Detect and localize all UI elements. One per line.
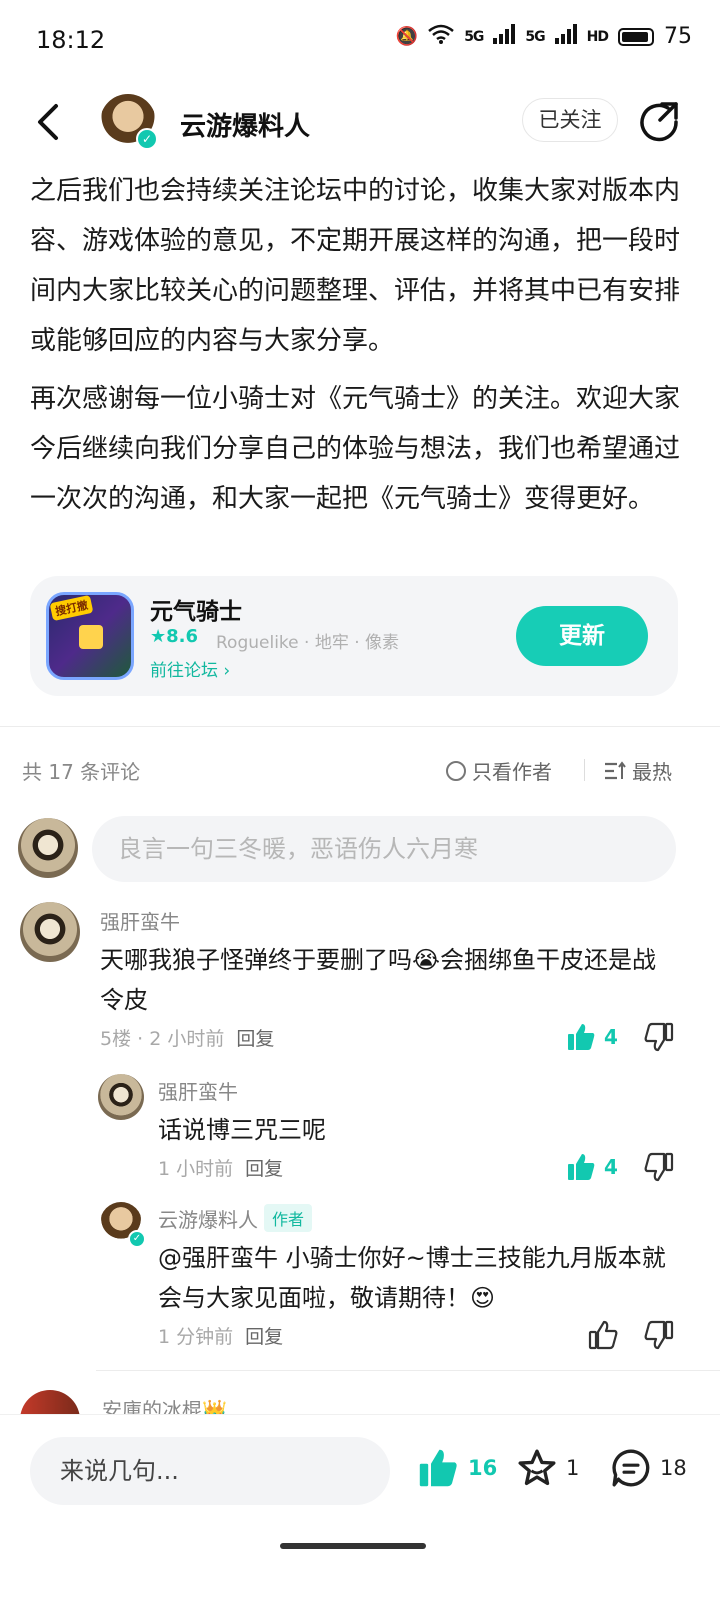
my-avatar	[18, 818, 78, 878]
thumbs-down-icon	[644, 1320, 674, 1350]
radio-icon	[446, 760, 466, 781]
comment-time: 5楼 · 2 小时前	[100, 1028, 225, 1050]
reply-avatar[interactable]	[98, 1074, 144, 1120]
signal-bars-2-icon	[554, 24, 577, 49]
game-card[interactable]: 搜打撤 元气骑士 ★8.6 Roguelike · 地牢 · 像素 前往论坛 ›…	[30, 576, 678, 696]
comment-meta: 5楼 · 2 小时前 回复	[100, 1024, 274, 1051]
signal-1-label: 5G	[464, 28, 484, 45]
author-badge: 作者	[264, 1204, 313, 1232]
article-body: 之后我们也会持续关注论坛中的讨论，收集大家对版本内容、游戏体验的意见，不定期开展…	[30, 166, 690, 532]
thumbs-down-icon	[644, 1152, 674, 1182]
comment-like-button[interactable]: 4	[566, 1022, 618, 1052]
wifi-icon	[428, 24, 454, 49]
battery-level: 75	[664, 24, 692, 49]
signal-2-label: 5G	[525, 28, 545, 45]
favorite-button[interactable]: 1	[516, 1447, 579, 1489]
comment-total: 18	[660, 1456, 687, 1480]
reply-like-button[interactable]: 4	[566, 1152, 618, 1182]
commenter-avatar[interactable]	[20, 902, 80, 962]
section-divider	[0, 726, 720, 727]
reply-time: 1 小时前	[158, 1158, 234, 1180]
game-rating: ★8.6	[150, 626, 199, 647]
status-icons: 🔕 5G 5G HD 75	[396, 24, 692, 49]
reply-text: 话说博三咒三呢	[158, 1116, 326, 1144]
signal-bars-1-icon	[493, 24, 516, 49]
reply-button[interactable]: 回复	[236, 1028, 274, 1050]
status-time: 18:12	[36, 26, 106, 54]
only-author-label: 只看作者	[472, 760, 552, 784]
only-author-toggle[interactable]: 只看作者	[446, 756, 552, 785]
thumbs-down-icon	[644, 1022, 674, 1052]
game-icon[interactable]: 搜打撤	[46, 592, 134, 680]
author-reply-name-row: 云游爆料人 作者	[158, 1204, 313, 1233]
battery-icon	[618, 27, 654, 46]
back-button[interactable]	[30, 100, 70, 144]
reply-dislike-button[interactable]	[644, 1152, 674, 1182]
forum-link[interactable]: 前往论坛 ›	[150, 656, 230, 681]
bottom-action-bar: 来说几句... 16 1 18	[0, 1414, 720, 1600]
sort-separator	[584, 759, 585, 781]
comment-input[interactable]: 良言一句三冬暖，恶语伤人六月寒	[92, 816, 676, 882]
star-icon	[518, 1449, 556, 1486]
home-indicator[interactable]	[280, 1543, 426, 1549]
verified-icon: ✓	[136, 128, 158, 150]
comments-header: 共 17 条评论 只看作者 最热	[22, 756, 698, 786]
article-paragraph: 再次感谢每一位小骑士对《元气骑士》的关注。欢迎大家今后继续向我们分享自己的体验与…	[30, 384, 681, 514]
like-count: 4	[604, 1155, 618, 1179]
hd-label: HD	[586, 28, 609, 45]
author-reply-like-button[interactable]	[588, 1320, 618, 1350]
comment-bubble-icon	[612, 1449, 650, 1487]
thumbs-up-icon	[568, 1024, 595, 1050]
follow-button[interactable]: 已关注	[522, 98, 618, 142]
sort-icon	[605, 760, 626, 779]
sort-label: 最热	[632, 760, 672, 784]
thumbs-up-icon	[568, 1154, 595, 1180]
game-name: 元气骑士	[150, 599, 242, 625]
comment-divider	[96, 1370, 720, 1371]
reply-button[interactable]: 回复	[245, 1326, 283, 1348]
thumbs-up-outline-icon	[588, 1320, 618, 1350]
post-like-button[interactable]: 16	[416, 1447, 497, 1489]
game-tags: Roguelike · 地牢 · 像素	[216, 633, 400, 653]
status-bar: 18:12 🔕 5G 5G HD 75	[0, 0, 720, 84]
article-paragraph: 之后我们也会持续关注论坛中的讨论，收集大家对版本内容、游戏体验的意见，不定期开展…	[30, 176, 681, 356]
reply-meta: 1 小时前 回复	[158, 1154, 283, 1181]
game-icon-tag: 搜打撤	[49, 594, 94, 622]
author-reply-name[interactable]: 云游爆料人	[158, 1208, 258, 1232]
post-header: ✓ 云游爆料人 已关注	[0, 88, 720, 158]
back-arrow-icon	[38, 104, 58, 140]
share-button[interactable]	[638, 100, 680, 142]
mute-icon: 🔕	[395, 26, 419, 47]
commenter-name[interactable]: 强肝蛮牛	[100, 906, 180, 935]
comment-dislike-button[interactable]	[644, 1022, 674, 1052]
comment-count: 共 17 条评论	[22, 760, 141, 784]
author-reply-time: 1 分钟前	[158, 1326, 234, 1348]
update-button[interactable]: 更新	[516, 606, 648, 666]
verified-icon: ✓	[128, 1230, 146, 1248]
like-count: 4	[604, 1025, 618, 1049]
author-reply-text: @强肝蛮牛 小骑士你好~博士三技能九月版本就会与大家见面啦，敬请期待！😍	[158, 1238, 682, 1318]
sort-button[interactable]: 最热	[604, 756, 672, 785]
reply-name[interactable]: 强肝蛮牛	[158, 1076, 238, 1105]
comment-text: 天哪我狼子怪弹终于要删了吗😭会捆绑鱼干皮还是战令皮	[100, 946, 657, 1014]
bottom-comment-input[interactable]: 来说几句...	[30, 1437, 390, 1505]
thumbs-up-icon	[419, 1449, 457, 1487]
author-name[interactable]: 云游爆料人	[180, 106, 310, 143]
comments-button[interactable]: 18	[610, 1447, 687, 1489]
mention-link[interactable]: @强肝蛮牛	[158, 1244, 278, 1272]
favorite-count: 1	[566, 1456, 580, 1480]
share-icon	[640, 102, 678, 142]
author-reply-meta: 1 分钟前 回复	[158, 1322, 283, 1349]
author-reply-dislike-button[interactable]	[644, 1320, 674, 1350]
post-like-count: 16	[468, 1456, 498, 1480]
reply-button[interactable]: 回复	[245, 1158, 283, 1180]
